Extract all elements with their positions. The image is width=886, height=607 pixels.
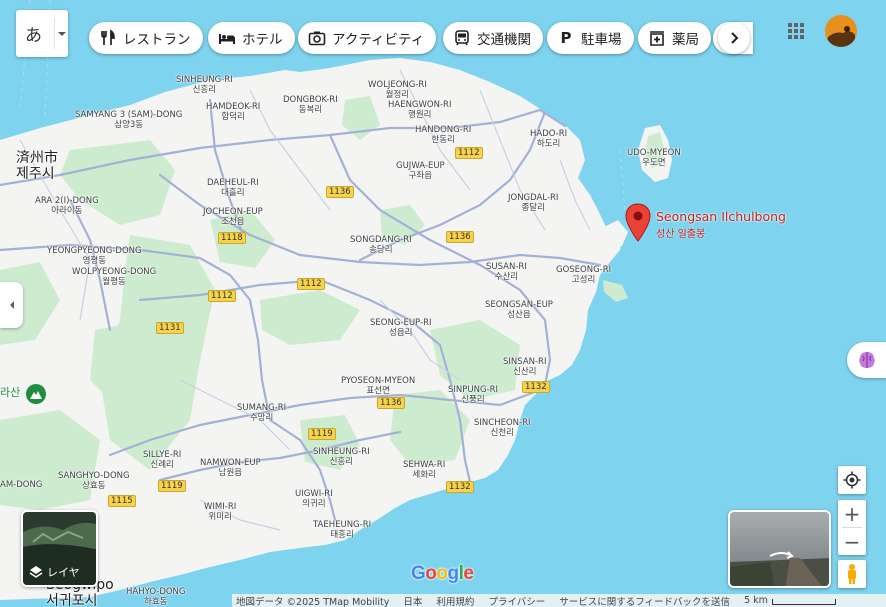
privacy-link[interactable]: プライバシー [488, 594, 545, 607]
chevron-down-icon[interactable] [58, 32, 66, 36]
google-logo: Google [411, 563, 474, 584]
bed-icon [218, 29, 236, 47]
pin-label-name: Seongsan Ilchulbong [656, 209, 786, 224]
chevron-right-icon [731, 32, 739, 44]
country-link[interactable]: 日本 [403, 594, 422, 607]
attribution-bar: 地図データ ©2025 TMap Mobility 日本 利用規約 プライバシー… [232, 594, 886, 607]
layers-icon [29, 566, 43, 578]
scale-bar [771, 598, 836, 605]
terms-link[interactable]: 利用規約 [436, 594, 474, 607]
chip-label: アクティビティ [332, 32, 425, 48]
chip-label: ホテル [242, 32, 283, 48]
street-view-preview-image [730, 512, 829, 586]
chips-next-button[interactable] [718, 22, 750, 54]
chip-hotels[interactable]: ホテル [208, 22, 295, 54]
ime-glyph: あ [25, 26, 42, 46]
chevron-left-icon [9, 301, 14, 309]
layers-button[interactable]: レイヤ [21, 510, 98, 587]
chip-pharmacy[interactable]: 薬局 [638, 22, 711, 54]
layers-label: レイヤ [47, 566, 80, 579]
chip-label: 駐車場 [581, 32, 622, 48]
apps-grid-icon [788, 23, 804, 39]
brain-icon [858, 352, 875, 368]
zoom-controls: + − [838, 500, 866, 555]
chip-label: 交通機関 [477, 32, 531, 48]
map-pin-icon [625, 203, 651, 242]
pharmacy-icon [648, 29, 666, 47]
zoom-in-button[interactable]: + [838, 500, 866, 527]
street-view-pegman[interactable] [838, 560, 866, 588]
side-panel-toggle[interactable] [0, 282, 23, 328]
chip-activities[interactable]: アクティビティ [298, 22, 437, 54]
street-view-thumbnail[interactable] [728, 510, 831, 588]
gemini-button[interactable] [847, 342, 886, 378]
avatar-image [825, 15, 857, 47]
parking-icon: P [560, 29, 572, 47]
pegman-icon [848, 564, 856, 584]
place-pin-seongsan[interactable] [625, 203, 651, 243]
feedback-link[interactable]: サービスに関するフィードバックを送信 [559, 594, 730, 607]
scale-label[interactable]: 5 km [744, 595, 768, 606]
chip-label: レストラン [123, 32, 191, 48]
avatar[interactable] [825, 15, 857, 47]
chip-transit[interactable]: 交通機関 [443, 22, 543, 54]
zoom-out-button[interactable]: − [838, 528, 866, 555]
ime-divider [54, 18, 55, 49]
crosshair-icon [843, 471, 861, 489]
map-data-credit: 地図データ ©2025 TMap Mobility [236, 596, 390, 607]
chip-restaurants[interactable]: レストラン [89, 22, 203, 54]
chip-label: 薬局 [672, 32, 699, 48]
pin-label[interactable]: Seongsan Ilchulbong 성산 일출봉 [656, 209, 786, 240]
bus-icon [453, 29, 471, 47]
apps-grid-button[interactable] [785, 20, 807, 42]
camera-icon [308, 29, 326, 47]
pin-label-ko: 성산 일출봉 [656, 229, 706, 240]
input-method-selector[interactable]: あ [16, 10, 68, 57]
layers-label-row: レイヤ [29, 564, 80, 580]
fork-knife-icon [99, 29, 117, 47]
chip-parking[interactable]: P 駐車場 [547, 22, 634, 54]
my-location-button[interactable] [838, 466, 866, 494]
